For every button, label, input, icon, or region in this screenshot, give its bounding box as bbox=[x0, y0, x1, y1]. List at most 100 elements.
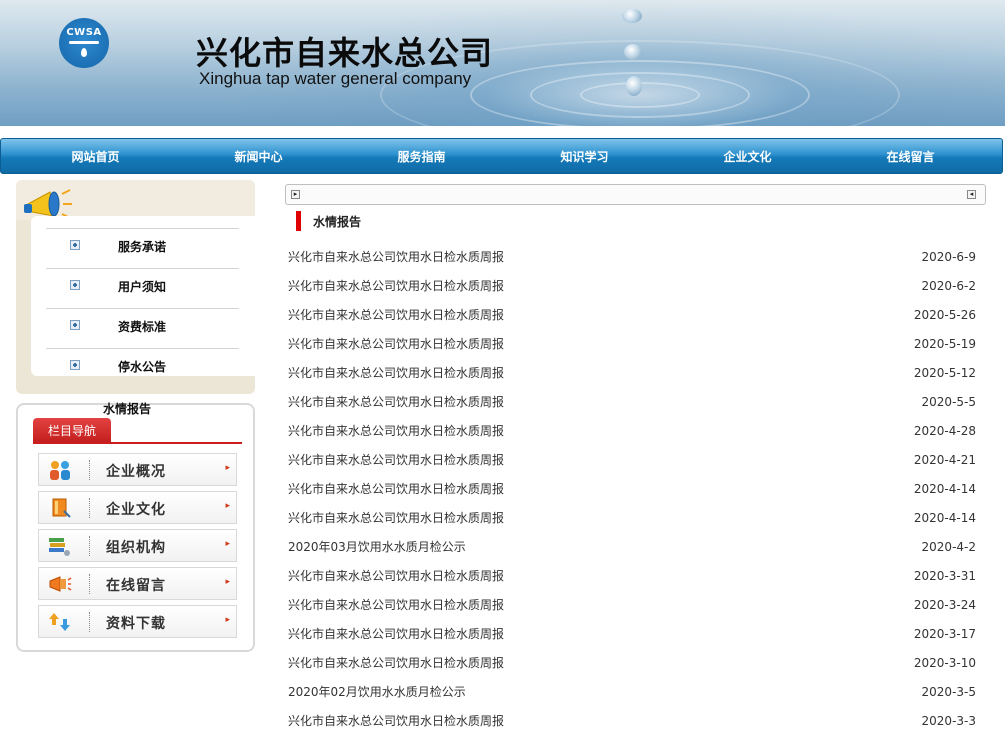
category-nav-tab: 栏目导航 bbox=[33, 418, 111, 444]
expand-icon bbox=[70, 240, 80, 250]
separator bbox=[89, 574, 90, 594]
service-sidebar-header bbox=[16, 180, 255, 220]
news-title[interactable]: 兴化市自来水总公司饮用水日检水质周报 bbox=[288, 249, 504, 265]
news-date: 2020-5-19 bbox=[913, 337, 976, 351]
separator bbox=[89, 498, 90, 518]
category-item-culture[interactable]: 企业文化 ▸ bbox=[38, 491, 237, 524]
category-item-message[interactable]: 在线留言 ▸ bbox=[38, 567, 237, 600]
news-title[interactable]: 兴化市自来水总公司饮用水日检水质周报 bbox=[288, 597, 504, 613]
category-item-label: 组织机构 bbox=[106, 540, 166, 556]
news-row[interactable]: 兴化市自来水总公司饮用水日检水质周报 2020-3-10 bbox=[288, 655, 976, 684]
news-row[interactable]: 兴化市自来水总公司饮用水日检水质周报 2020-6-9 bbox=[288, 249, 976, 278]
news-title[interactable]: 兴化市自来水总公司饮用水日检水质周报 bbox=[288, 423, 504, 439]
service-item-label: 服务承诺 bbox=[118, 240, 167, 254]
news-date: 2020-6-9 bbox=[921, 250, 976, 264]
nav-item-service[interactable]: 服务指南 bbox=[340, 139, 503, 175]
news-title[interactable]: 2020年03月饮用水水质月检公示 bbox=[288, 539, 466, 555]
chevron-right-icon: ▸ bbox=[225, 577, 230, 587]
news-date: 2020-4-14 bbox=[913, 482, 976, 496]
news-date: 2020-3-31 bbox=[913, 569, 976, 583]
water-drop bbox=[626, 76, 642, 96]
service-item-water-report[interactable]: 水情报告 bbox=[103, 400, 151, 417]
news-date: 2020-4-14 bbox=[913, 511, 976, 525]
news-row[interactable]: 兴化市自来水总公司饮用水日检水质周报 2020-5-5 bbox=[288, 394, 976, 423]
news-title[interactable]: 兴化市自来水总公司饮用水日检水质周报 bbox=[288, 481, 504, 497]
service-sidebar: 服务承诺 用户须知 资费标准 停水公告 bbox=[16, 180, 260, 394]
expand-icon bbox=[70, 320, 80, 330]
service-item-fees[interactable]: 资费标准 bbox=[46, 308, 239, 340]
news-title[interactable]: 2020年02月饮用水水质月检公示 bbox=[288, 684, 466, 700]
nav-item-culture[interactable]: 企业文化 bbox=[666, 139, 829, 175]
service-item-label: 资费标准 bbox=[118, 320, 167, 334]
transfer-arrows-icon bbox=[49, 613, 70, 631]
service-list: 服务承诺 用户须知 资费标准 停水公告 bbox=[31, 216, 260, 376]
news-row[interactable]: 2020年03月饮用水水质月检公示 2020-4-2 bbox=[288, 539, 976, 568]
news-row[interactable]: 兴化市自来水总公司饮用水日检水质周报 2020-3-3 bbox=[288, 713, 976, 742]
service-item-outage[interactable]: 停水公告 bbox=[46, 348, 239, 380]
news-row[interactable]: 2020年02月饮用水水质月检公示 2020-3-5 bbox=[288, 684, 976, 713]
news-row[interactable]: 兴化市自来水总公司饮用水日检水质周报 2020-3-17 bbox=[288, 626, 976, 655]
service-item-label: 用户须知 bbox=[118, 280, 167, 294]
news-date: 2020-3-10 bbox=[913, 656, 976, 670]
news-row[interactable]: 兴化市自来水总公司饮用水日检水质周报 2020-4-14 bbox=[288, 481, 976, 510]
news-title[interactable]: 兴化市自来水总公司饮用水日检水质周报 bbox=[288, 365, 504, 381]
news-date: 2020-3-5 bbox=[921, 685, 976, 699]
news-title[interactable]: 兴化市自来水总公司饮用水日检水质周报 bbox=[288, 394, 504, 410]
book-icon bbox=[52, 498, 71, 518]
logo-drop-icon bbox=[81, 48, 87, 57]
news-date: 2020-4-2 bbox=[921, 540, 976, 554]
service-item-notice[interactable]: 用户须知 bbox=[46, 268, 239, 300]
nav-item-knowledge[interactable]: 知识学习 bbox=[503, 139, 666, 175]
news-title[interactable]: 兴化市自来水总公司饮用水日检水质周报 bbox=[288, 568, 504, 584]
news-date: 2020-4-21 bbox=[913, 453, 976, 467]
category-item-label: 在线留言 bbox=[106, 578, 166, 594]
news-title[interactable]: 兴化市自来水总公司饮用水日检水质周报 bbox=[288, 510, 504, 526]
news-title[interactable]: 兴化市自来水总公司饮用水日检水质周报 bbox=[288, 278, 504, 294]
news-row[interactable]: 兴化市自来水总公司饮用水日检水质周报 2020-6-2 bbox=[288, 278, 976, 307]
category-item-download[interactable]: 资料下载 ▸ bbox=[38, 605, 237, 638]
nav-item-news[interactable]: 新闻中心 bbox=[177, 139, 340, 175]
news-title[interactable]: 兴化市自来水总公司饮用水日检水质周报 bbox=[288, 307, 504, 323]
category-item-overview[interactable]: 企业概况 ▸ bbox=[38, 453, 237, 486]
site-title: 兴化市自来水总公司 bbox=[196, 34, 494, 72]
news-title[interactable]: 兴化市自来水总公司饮用水日检水质周报 bbox=[288, 655, 504, 671]
news-row[interactable]: 兴化市自来水总公司饮用水日检水质周报 2020-4-14 bbox=[288, 510, 976, 539]
scroll-left-button[interactable]: ◂ bbox=[967, 190, 976, 199]
expand-icon bbox=[70, 280, 80, 290]
news-row[interactable]: 兴化市自来水总公司饮用水日检水质周报 2020-5-12 bbox=[288, 365, 976, 394]
books-icon bbox=[49, 538, 70, 556]
scroll-right-button[interactable]: ▸ bbox=[291, 190, 300, 199]
news-row[interactable]: 兴化市自来水总公司饮用水日检水质周报 2020-3-31 bbox=[288, 568, 976, 597]
service-item-label: 停水公告 bbox=[118, 360, 167, 374]
loudspeaker-icon bbox=[49, 576, 72, 592]
company-logo: CWSA bbox=[59, 18, 109, 68]
people-icon bbox=[50, 461, 70, 480]
category-item-label: 企业概况 bbox=[106, 464, 166, 480]
news-row[interactable]: 兴化市自来水总公司饮用水日检水质周报 2020-4-28 bbox=[288, 423, 976, 452]
news-row[interactable]: 兴化市自来水总公司饮用水日检水质周报 2020-5-26 bbox=[288, 307, 976, 336]
news-date: 2020-5-26 bbox=[913, 308, 976, 322]
news-title[interactable]: 兴化市自来水总公司饮用水日检水质周报 bbox=[288, 626, 504, 642]
news-row[interactable]: 兴化市自来水总公司饮用水日检水质周报 2020-5-19 bbox=[288, 336, 976, 365]
service-item-commitment[interactable]: 服务承诺 bbox=[46, 228, 239, 260]
main-nav: 网站首页 新闻中心 服务指南 知识学习 企业文化 在线留言 bbox=[0, 138, 1003, 174]
news-row[interactable]: 兴化市自来水总公司饮用水日检水质周报 2020-3-24 bbox=[288, 597, 976, 626]
category-item-organization[interactable]: 组织机构 ▸ bbox=[38, 529, 237, 562]
news-date: 2020-3-24 bbox=[913, 598, 976, 612]
logo-wave bbox=[69, 41, 99, 44]
separator bbox=[89, 460, 90, 480]
site-banner: CWSA 兴化市自来水总公司 Xinghua tap water general… bbox=[0, 0, 1005, 126]
logo-text: CWSA bbox=[66, 27, 102, 38]
nav-item-home[interactable]: 网站首页 bbox=[14, 139, 177, 175]
news-title[interactable]: 兴化市自来水总公司饮用水日检水质周报 bbox=[288, 452, 504, 468]
nav-item-message[interactable]: 在线留言 bbox=[829, 139, 992, 175]
news-date: 2020-5-12 bbox=[913, 366, 976, 380]
section-title: 水情报告 bbox=[313, 215, 362, 229]
site-subtitle: Xinghua tap water general company bbox=[199, 69, 472, 88]
news-title[interactable]: 兴化市自来水总公司饮用水日检水质周报 bbox=[288, 336, 504, 352]
news-row[interactable]: 兴化市自来水总公司饮用水日检水质周报 2020-4-21 bbox=[288, 452, 976, 481]
news-date: 2020-6-2 bbox=[921, 279, 976, 293]
chevron-right-icon: ▸ bbox=[225, 539, 230, 549]
marquee-scroll-bar: ▸ ◂ bbox=[285, 184, 986, 205]
category-nav: 栏目导航 企业概况 ▸ 企业文化 ▸ 组织机构 ▸ 在线留言 ▸ 资料下载 ▸ bbox=[16, 403, 255, 652]
